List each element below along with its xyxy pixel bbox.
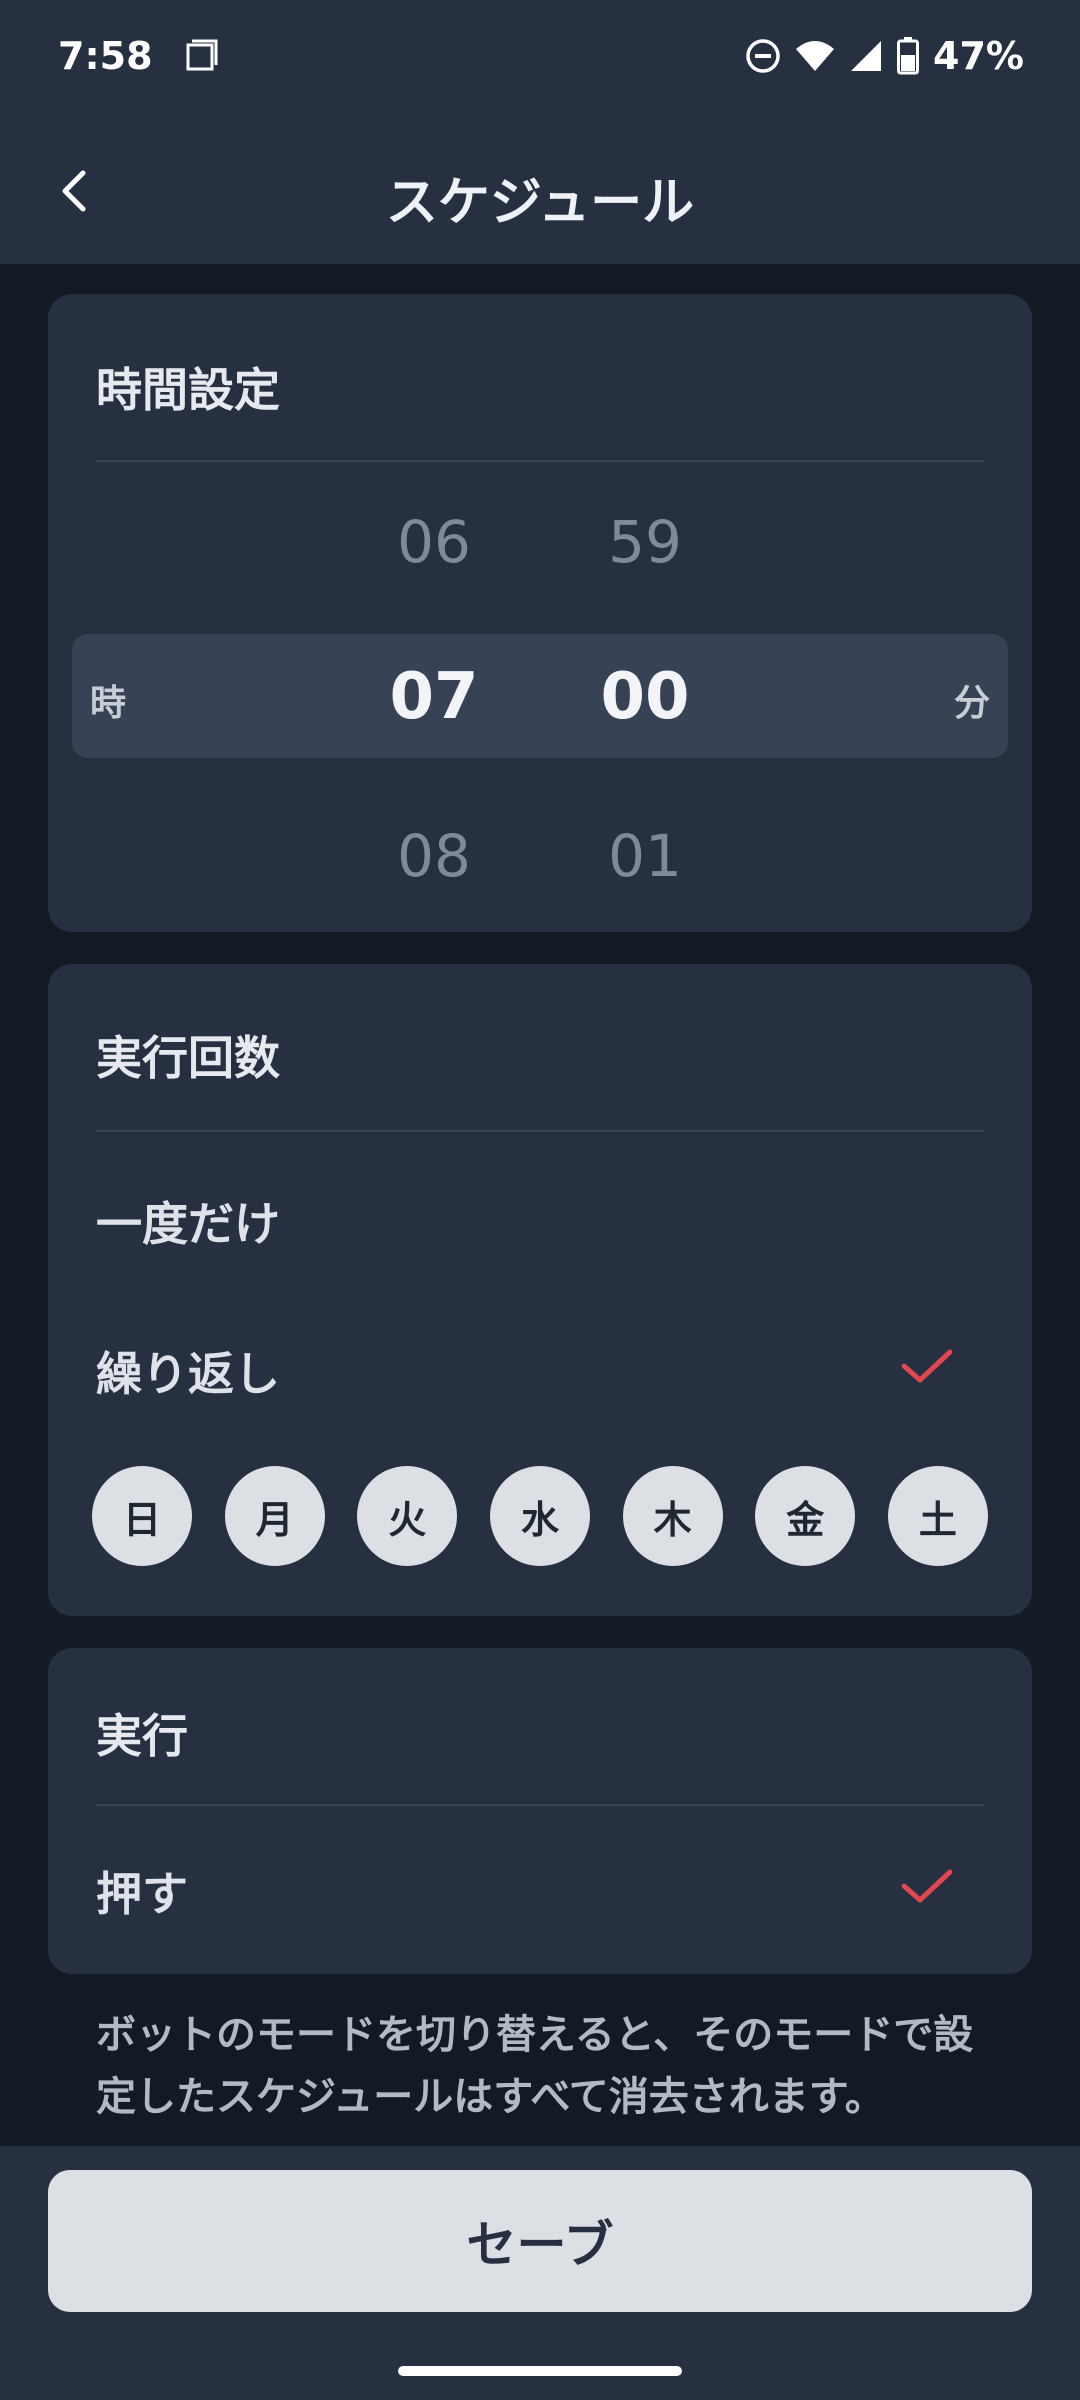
hour-unit-label: 時 [90,683,127,724]
divider [96,1130,984,1132]
battery-percent: 47% [933,34,1024,78]
minute-next[interactable]: 01 [565,822,725,890]
run-count-card: 実行回数 一度だけ 繰り返し 日 月 火 水 木 金 土 [48,964,1032,1616]
option-repeat-label: 繰り返し [96,1347,280,1401]
home-indicator[interactable] [398,2366,682,2376]
day-tuesday[interactable]: 火 [357,1466,458,1566]
day-sunday[interactable]: 日 [92,1466,192,1566]
action-card: 実行 押す [48,1648,1032,1974]
time-picker-selection [72,634,1008,758]
day-monday[interactable]: 月 [224,1466,325,1566]
time-setting-title: 時間設定 [96,363,280,417]
battery-icon [897,37,920,75]
run-count-title: 実行回数 [96,1031,280,1085]
hour-selected[interactable]: 07 [354,660,514,734]
page-title: スケジュール [385,173,695,233]
wifi-icon [796,41,835,71]
option-repeat[interactable]: 繰り返し [48,1294,1032,1444]
minute-unit-label: 分 [953,683,990,724]
dnd-icon [746,39,780,73]
screenshot-icon [186,39,218,71]
time-setting-card: 時間設定 06 59 時 07 00 分 08 01 [48,294,1032,932]
app-bar: スケジュール [0,118,1080,264]
minute-prev[interactable]: 59 [565,508,725,576]
signal-icon [851,41,882,71]
hour-prev[interactable]: 06 [354,508,514,576]
bottom-bar: セーブ [0,2146,1080,2400]
status-bar: 7:58 47% [0,0,1080,118]
status-icons: 47% [745,34,1024,78]
status-time: 7:58 [58,34,218,78]
weekday-selector: 日 月 火 水 木 金 土 [92,1466,988,1566]
mode-switch-note: ボットのモードを切り替えると、そのモードで設定したスケジュールはすべて消去されま… [96,2012,974,2120]
option-press-label: 押す [96,1867,188,1921]
day-wednesday[interactable]: 水 [489,1466,590,1566]
check-icon [901,1349,953,1383]
option-once[interactable]: 一度だけ [48,1144,1032,1294]
action-title: 実行 [96,1709,188,1763]
day-saturday[interactable]: 土 [887,1466,988,1566]
option-once-label: 一度だけ [96,1197,280,1251]
day-friday[interactable]: 金 [755,1466,856,1566]
save-button[interactable]: セーブ [48,2170,1032,2312]
minute-selected[interactable]: 00 [565,660,725,734]
option-press[interactable]: 押す [48,1806,1032,1974]
divider [96,460,984,462]
hour-next[interactable]: 08 [354,822,514,890]
check-icon [901,1869,953,1903]
day-thursday[interactable]: 木 [622,1466,723,1566]
